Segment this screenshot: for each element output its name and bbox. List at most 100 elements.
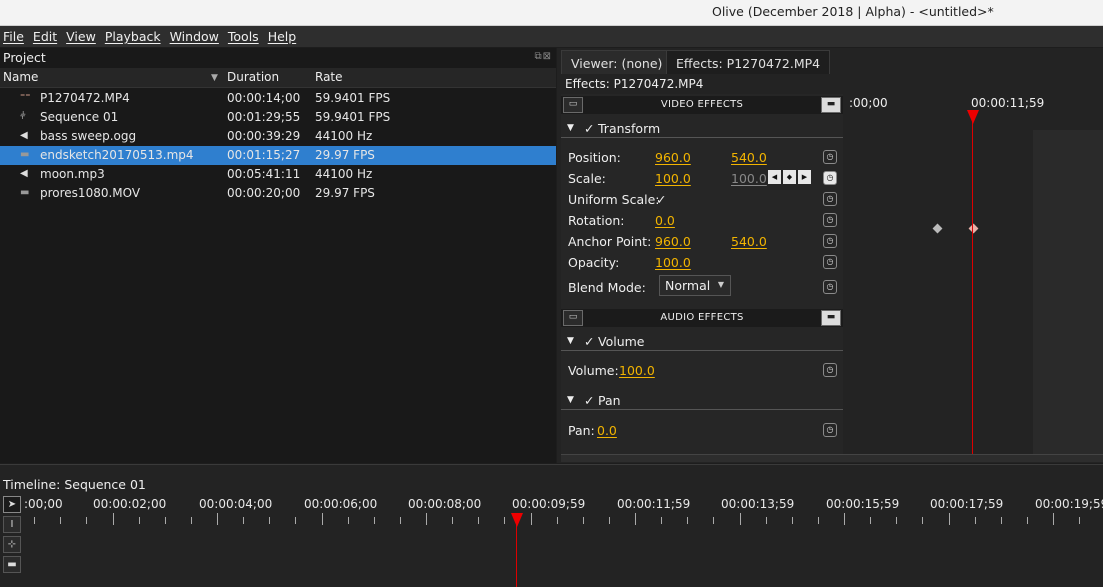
effects-playhead[interactable] [967,110,979,124]
menu-window[interactable]: Window [170,29,219,44]
panel-float-close-icon[interactable]: ⧉⊠ [534,51,552,62]
keyframe-clock-icon[interactable]: ◷ [823,192,837,206]
uniform-scale-label: Uniform Scale: [568,192,660,207]
pan-effect-header[interactable]: ▼ ✓ Pan [561,390,843,410]
table-row[interactable]: ⫩ Sequence 01 00:01:29;55 59.9401 FPS [0,108,556,127]
anchor-x-field[interactable]: 960.0 [655,234,691,249]
table-row-selected[interactable]: ▬ endsketch20170513.mp4 00:01:15;27 29.9… [0,146,556,165]
keyframe-clock-icon[interactable]: ◷ [823,150,837,164]
razor-tool-icon[interactable]: ▬ [3,556,21,573]
ruler-tick [713,517,715,524]
blend-mode-value: Normal [665,278,711,293]
ruler-tick [243,517,245,524]
keyframe-diamond-icon[interactable] [932,223,943,234]
blend-mode-select[interactable]: Normal ▼ [659,275,731,296]
volume-effect-header[interactable]: ▼ ✓ Volume [561,331,843,351]
rotation-param: Rotation: 0.0 ◷ [561,210,843,230]
file-name: P1270472.MP4 [40,91,130,105]
file-name: endsketch20170513.mp4 [40,148,194,162]
edit-tool-icon[interactable]: I [3,516,21,533]
menu-help[interactable]: Help [268,29,297,44]
column-name[interactable]: Name [3,70,38,84]
uniform-scale-param: Uniform Scale: ✓ ◷ [561,189,843,209]
anchor-y-field[interactable]: 540.0 [731,234,767,249]
ruler-tick [870,517,872,524]
position-y-field[interactable]: 540.0 [731,150,767,165]
audio-effects-options-icon[interactable]: ▬ [821,310,841,326]
table-row[interactable]: ◀ moon.mp3 00:05:41:11 44100 Hz [0,165,556,184]
keyframe-clock-icon[interactable]: ◷ [823,280,837,294]
keyframe-clock-icon[interactable]: ◷ [823,255,837,269]
menu-tools[interactable]: Tools [228,29,259,44]
uniform-scale-checkbox[interactable]: ✓ [656,192,666,207]
keyframe-clock-icon[interactable]: ◷ [823,423,837,437]
column-rate[interactable]: Rate [315,70,343,84]
effects-panel-title: Effects: P1270472.MP4 [565,77,704,91]
project-table-header: Name ▼ Duration Rate [0,68,556,88]
file-rate: 44100 Hz [315,167,373,181]
menu-file[interactable]: File [3,29,24,44]
effects-keyframe-timeline[interactable]: :00;00 00:00:11;59 [847,94,1103,454]
effects-controls: ▭ VIDEO EFFECTS ▬ ▼ ✓ Transform Position… [561,94,843,454]
file-rate: 29.97 FPS [315,148,375,162]
ruler-tick [164,517,166,524]
project-panel-title: Project [3,50,46,65]
ruler-label: :00;00 [24,497,63,511]
ruler-tick [1000,517,1002,524]
chevron-down-icon[interactable]: ▼ [567,395,574,405]
next-keyframe-icon[interactable]: ▶ [798,170,811,184]
ruler-tick [765,517,767,524]
chevron-down-icon[interactable]: ▼ [567,336,574,346]
effects-horizontal-scrollbar[interactable] [561,454,1103,462]
sort-down-icon: ▼ [211,73,218,83]
ruler-tick [295,517,297,524]
table-row[interactable]: ◀ bass sweep.ogg 00:00:39:29 44100 Hz [0,127,556,146]
table-row[interactable]: ▬ prores1080.MOV 00:00:20;00 29.97 FPS [0,184,556,203]
pointer-tool-icon[interactable]: ➤ [3,496,21,513]
pan-enabled-checkbox[interactable]: ✓ [584,393,594,408]
transform-enabled-checkbox[interactable]: ✓ [584,121,594,136]
table-row[interactable]: ⁼⁼ P1270472.MP4 00:00:14;00 59.9401 FPS [0,89,556,108]
rotation-field[interactable]: 0.0 [655,213,675,228]
ruler-label: 00:00:04;00 [199,497,273,511]
file-duration: 00:01:15;27 [227,148,301,162]
scale-field[interactable]: 100.0 [655,171,691,186]
transform-effect-name: Transform [598,121,661,136]
column-duration[interactable]: Duration [227,70,279,84]
ruler-tick [974,517,976,524]
ruler-tick [347,517,349,524]
menu-view[interactable]: View [66,29,96,44]
file-duration: 00:05:41:11 [227,167,301,181]
timeline-playhead[interactable] [511,513,523,527]
anchor-point-label: Anchor Point: [568,234,652,249]
transform-effect-header[interactable]: ▼ ✓ Transform [561,118,843,138]
keyframe-clock-icon[interactable]: ◷ [823,171,837,185]
opacity-field[interactable]: 100.0 [655,255,691,270]
volume-field[interactable]: 100.0 [619,363,655,378]
ruler-tick [1053,513,1054,525]
keyframe-clock-icon[interactable]: ◷ [823,234,837,248]
keyframe-clock-icon[interactable]: ◷ [823,363,837,377]
prev-keyframe-icon[interactable]: ◀ [768,170,781,184]
video-effects-options-icon[interactable]: ▬ [821,97,841,113]
keyframe-clock-icon[interactable]: ◷ [823,213,837,227]
keyframe-area-out-of-range [1033,130,1103,454]
video-effects-header: ▭ VIDEO EFFECTS ▬ [561,96,843,114]
scale-y-field[interactable]: 100.0 [731,171,767,186]
add-keyframe-icon[interactable]: ◆ [783,170,796,184]
file-duration: 00:01:29;55 [227,110,301,124]
tab-viewer[interactable]: Viewer: (none) [561,50,673,74]
ruler-tick [661,517,663,524]
tab-effects[interactable]: Effects: P1270472.MP4 [666,50,831,74]
volume-enabled-checkbox[interactable]: ✓ [584,334,594,349]
menu-playback[interactable]: Playback [105,29,161,44]
keyframe-diamond-icon[interactable] [968,223,979,234]
ripple-tool-icon[interactable]: ⊹ [3,536,21,553]
chevron-down-icon[interactable]: ▼ [567,123,574,133]
timeline-ruler[interactable]: :00;00 00:00:02;00 00:00:04;00 00:00:06;… [24,495,1103,525]
ruler-label: 00:00:11;59 [617,497,691,511]
ruler-tick [426,513,427,525]
menu-edit[interactable]: Edit [33,29,57,44]
pan-field[interactable]: 0.0 [597,423,617,438]
position-x-field[interactable]: 960.0 [655,150,691,165]
